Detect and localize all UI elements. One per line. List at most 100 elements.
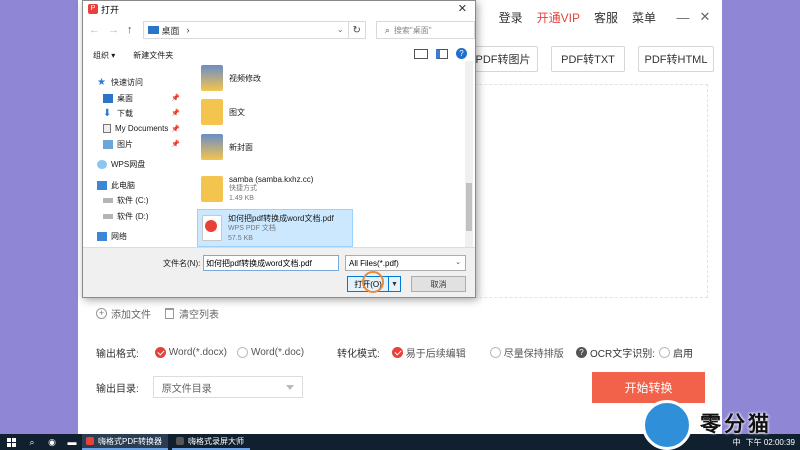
forward-arrow-icon[interactable]: → bbox=[108, 24, 119, 36]
taskbar-app-label: 嗨格式录屏大师 bbox=[188, 436, 244, 446]
file-type: WPS PDF 文档 bbox=[228, 224, 276, 232]
close-icon[interactable]: ✕ bbox=[696, 8, 714, 26]
nav-downloads[interactable]: ⬇ 下载 bbox=[103, 108, 133, 119]
service-link[interactable]: 客服 bbox=[594, 9, 618, 26]
clear-list-button[interactable]: 清空列表 bbox=[165, 306, 219, 321]
nav-pictures[interactable]: 图片 bbox=[103, 139, 133, 150]
cancel-button[interactable]: 取消 bbox=[411, 276, 466, 292]
checked-radio-icon bbox=[391, 347, 403, 358]
watermark-text: 零分猫 bbox=[700, 413, 772, 436]
mode-layout-radio[interactable]: 尽量保持排版 bbox=[489, 345, 564, 360]
up-arrow-icon[interactable]: ↑ bbox=[127, 24, 133, 36]
output-dir-label: 输出目录: bbox=[96, 383, 139, 395]
nav-label: WPS网盘 bbox=[111, 160, 146, 169]
nav-label: 软件 (D:) bbox=[117, 212, 149, 221]
view-mode-icon[interactable] bbox=[414, 48, 428, 59]
list-item[interactable]: samba (samba.kxhz.cc) 快捷方式 1.49 KB bbox=[197, 169, 347, 209]
chevron-down-icon[interactable]: ⌄ bbox=[337, 25, 344, 34]
cat-logo-icon bbox=[642, 400, 692, 450]
file-size: 1.49 KB bbox=[229, 194, 254, 202]
nav-wps-cloud[interactable]: WPS网盘 bbox=[97, 159, 145, 170]
radio-icon bbox=[489, 347, 501, 358]
taskbar-app-pdf-converter[interactable]: 嗨格式PDF转换器 bbox=[82, 434, 168, 450]
tab-pdf-to-txt[interactable]: PDF转TXT bbox=[551, 46, 625, 72]
address-bar[interactable]: 桌面 › ⌄ bbox=[142, 21, 349, 39]
mode-editable-radio[interactable]: 易于后续编辑 bbox=[391, 345, 466, 360]
file-type: 快捷方式 bbox=[229, 184, 257, 192]
new-folder-button[interactable]: 新建文件夹 bbox=[133, 50, 173, 61]
preview-pane-icon[interactable] bbox=[436, 48, 448, 59]
view-controls: ? bbox=[414, 48, 467, 59]
mouse-cursor-highlight bbox=[362, 271, 384, 293]
app-logo-icon: P bbox=[88, 4, 98, 14]
nav-network[interactable]: 网络 bbox=[97, 231, 127, 242]
nav-label: 网络 bbox=[111, 232, 127, 241]
list-item[interactable]: 图文 bbox=[197, 95, 347, 129]
nav-label: My Documents bbox=[115, 124, 169, 133]
pin-icon: 📌 bbox=[171, 141, 180, 148]
organize-menu[interactable]: 组织 ▾ bbox=[93, 50, 115, 61]
help-icon[interactable]: ? bbox=[576, 347, 587, 358]
nav-this-pc[interactable]: 此电脑 bbox=[97, 180, 135, 191]
list-item-selected[interactable]: 如何把pdf转换成word文档.pdf WPS PDF 文档 57.5 KB bbox=[197, 209, 353, 247]
dialog-search-input[interactable]: ⌕ 搜索"桌面" bbox=[375, 21, 475, 39]
start-convert-button[interactable]: 开始转换 bbox=[592, 372, 705, 403]
nav-label: 快速访问 bbox=[111, 78, 143, 87]
refresh-icon[interactable]: ↻ bbox=[348, 21, 366, 39]
vertical-scrollbar[interactable] bbox=[465, 61, 473, 247]
mode-layout-label: 尽量保持排版 bbox=[503, 349, 564, 360]
nav-drive-c[interactable]: 软件 (C:) bbox=[103, 195, 149, 206]
folder-icon[interactable]: ▬ bbox=[62, 434, 82, 450]
help-icon[interactable]: ? bbox=[456, 48, 467, 59]
output-dir-value: 原文件目录 bbox=[161, 383, 212, 395]
ocr-toggle[interactable] bbox=[659, 347, 670, 358]
format-doc-radio[interactable]: Word(*.doc) bbox=[236, 347, 304, 358]
menu-link[interactable]: 菜单 bbox=[632, 9, 656, 26]
list-item[interactable]: 视频修改 bbox=[197, 61, 347, 95]
start-button[interactable] bbox=[0, 434, 22, 450]
network-icon bbox=[97, 232, 107, 241]
file-name: 图文 bbox=[229, 107, 245, 117]
tab-pdf-to-image[interactable]: PDF转图片 bbox=[468, 46, 538, 72]
convert-mode-row: 转化模式: 易于后续编辑 尽量保持排版 bbox=[337, 345, 574, 360]
nav-label: 软件 (C:) bbox=[117, 196, 149, 205]
mode-editable-label: 易于后续编辑 bbox=[405, 349, 466, 360]
add-file-button[interactable]: + 添加文件 bbox=[96, 306, 151, 321]
search-icon: ⌕ bbox=[384, 24, 390, 35]
plus-icon: + bbox=[96, 308, 107, 319]
nav-my-documents[interactable]: My Documents bbox=[103, 124, 168, 133]
file-list: 视频修改 图文 新封面 samba (samba.kxhz.cc) 快捷方式 1… bbox=[191, 61, 475, 247]
vip-link[interactable]: 开通VIP bbox=[537, 9, 580, 26]
drive-icon bbox=[103, 198, 113, 203]
minimize-icon[interactable]: — bbox=[674, 8, 692, 26]
open-dropdown-button[interactable]: ▼ bbox=[389, 276, 401, 292]
taskbar-app-recorder[interactable]: 嗨格式录屏大师 bbox=[172, 434, 250, 450]
tab-pdf-to-html[interactable]: PDF转HTML bbox=[638, 46, 714, 72]
folder-icon bbox=[201, 99, 223, 125]
filetype-select[interactable]: All Files(*.pdf) ⌄ bbox=[345, 255, 466, 271]
breadcrumb-separator: › bbox=[186, 25, 190, 35]
back-arrow-icon[interactable]: ← bbox=[89, 24, 100, 36]
radio-icon bbox=[236, 347, 248, 358]
file-name: 视频修改 bbox=[229, 73, 261, 83]
list-item[interactable]: 新封面 bbox=[197, 130, 347, 164]
nav-quick-access[interactable]: ★ 快速访问 bbox=[97, 77, 143, 88]
dialog-footer: 文件名(N): 如何把pdf转换成word文档.pdf All Files(*.… bbox=[83, 247, 475, 297]
convert-mode-label: 转化模式: bbox=[337, 349, 380, 360]
login-link[interactable]: 登录 bbox=[499, 9, 523, 26]
folder-icon bbox=[201, 134, 223, 160]
output-dir-select[interactable]: 原文件目录 bbox=[152, 376, 303, 398]
browser-icon[interactable]: ◉ bbox=[42, 434, 62, 450]
search-placeholder: 搜索"桌面" bbox=[393, 25, 432, 35]
dialog-close-icon[interactable]: ✕ bbox=[458, 2, 467, 15]
filename-input[interactable]: 如何把pdf转换成word文档.pdf bbox=[203, 255, 339, 271]
computer-icon bbox=[97, 181, 107, 190]
format-docx-radio[interactable]: Word(*.docx) bbox=[154, 347, 227, 358]
search-icon[interactable]: ⌕ bbox=[22, 434, 42, 450]
pictures-icon bbox=[103, 140, 113, 149]
cloud-icon bbox=[97, 160, 107, 169]
address-location: 桌面 bbox=[161, 25, 180, 36]
nav-drive-d[interactable]: 软件 (D:) bbox=[103, 211, 149, 222]
conversion-tabs: PDF转图片 PDF转TXT PDF转HTML bbox=[468, 46, 727, 72]
scrollbar-thumb[interactable] bbox=[466, 183, 472, 231]
